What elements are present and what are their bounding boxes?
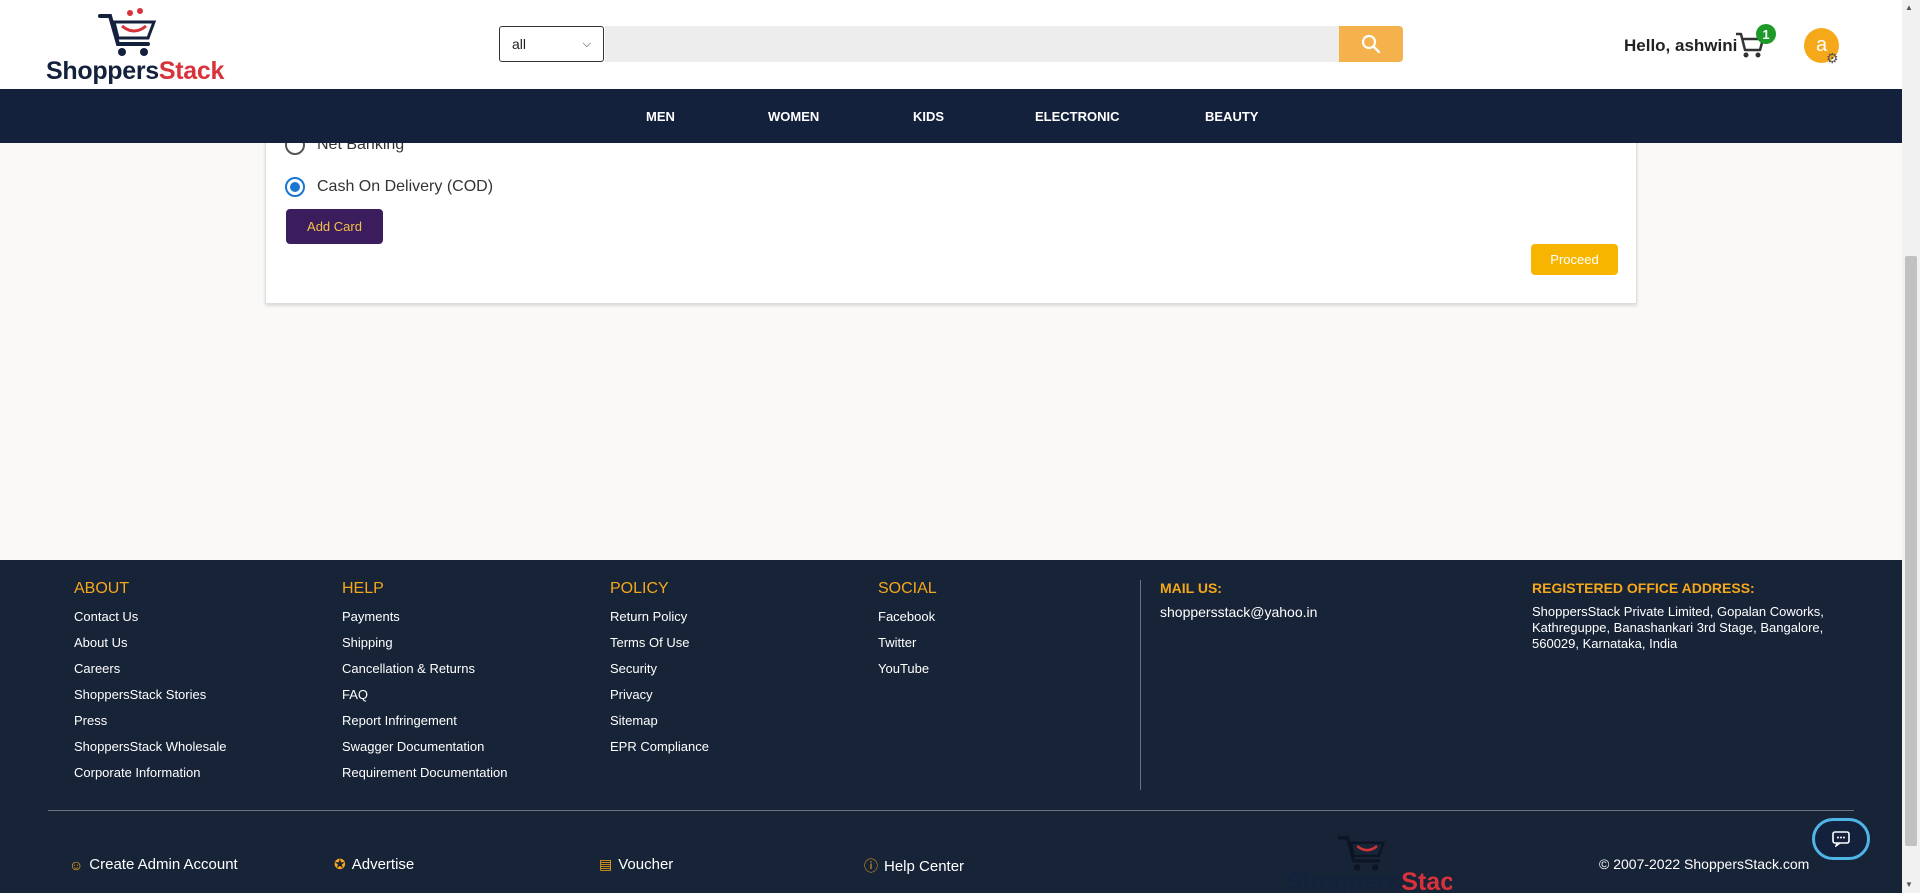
footer-link-epr[interactable]: EPR Compliance [610,737,709,763]
create-admin-label: Create Admin Account [89,856,238,873]
footer-link-corporate-info[interactable]: Corporate Information [74,763,226,789]
voucher-label: Voucher [618,856,674,873]
search-input[interactable] [605,26,1339,62]
footer-link-report[interactable]: Report Infringement [342,711,507,737]
address-value: ShoppersStack Private Limited, Gopalan C… [1532,604,1824,651]
footer-link-privacy[interactable]: Privacy [610,685,709,711]
footer-link-about-us[interactable]: About Us [74,633,226,659]
footer-link-wholesale[interactable]: ShoppersStack Wholesale [74,737,226,763]
chat-button[interactable] [1812,818,1870,860]
footer-link-terms[interactable]: Terms Of Use [610,633,709,659]
footer-link-requirement[interactable]: Requirement Documentation [342,763,507,789]
cod-radio[interactable] [285,177,305,197]
footer-policy-column: POLICY Return Policy Terms Of Use Securi… [610,580,709,763]
copyright: © 2007-2022 ShoppersStack.com [1599,856,1810,872]
gift-icon: ▤ [599,856,613,872]
footer-divider-horizontal [48,810,1854,811]
nav-item-kids[interactable]: KIDS [913,109,944,124]
category-select[interactable]: all ⌵ [499,26,604,62]
footer-link-sitemap[interactable]: Sitemap [610,711,709,737]
voucher-link[interactable]: ▤ Voucher [599,856,673,873]
footer-link-shipping[interactable]: Shipping [342,633,507,659]
footer-social-column: SOCIAL Facebook Twitter YouTube [878,580,937,685]
cart-logo-icon [98,8,157,56]
footer-policy-title: POLICY [610,580,669,597]
footer-social-title: SOCIAL [878,580,937,597]
address-title: REGISTERED OFFICE ADDRESS: [1532,580,1755,596]
add-card-button[interactable]: Add Card [286,209,383,244]
footer-help-title: HELP [342,580,384,597]
footer-link-careers[interactable]: Careers [74,659,226,685]
scroll-down-arrow[interactable]: ▼ [1905,880,1913,889]
footer-link-swagger[interactable]: Swagger Documentation [342,737,507,763]
help-center-label: Help Center [884,857,965,875]
footer-link-youtube[interactable]: YouTube [878,659,937,685]
advertise-label: Advertise [351,856,415,873]
footer-link-payments[interactable]: Payments [342,607,507,633]
category-nav: MEN WOMEN KIDS ELECTRONIC BEAUTY [0,89,1902,143]
footer: ABOUT Contact Us About Us Careers Shoppe… [0,560,1902,893]
search-icon [1361,34,1381,54]
cart-count-badge: 1 [1756,24,1776,44]
proceed-button[interactable]: Proceed [1531,244,1618,275]
footer-brand-name: ShoppersStack [1286,868,1452,893]
brand-logo[interactable]: ShoppersStack [46,4,246,85]
help-circle-icon: ⓘ [864,858,878,874]
footer-link-press[interactable]: Press [74,711,226,737]
search-button[interactable] [1339,26,1403,62]
footer-link-facebook[interactable]: Facebook [878,607,937,633]
header: ShoppersStack all ⌵ Hello, ashwini 1 a ⚙ [0,0,1902,89]
footer-divider-vertical [1140,580,1141,790]
footer-link-faq[interactable]: FAQ [342,685,507,711]
user-circle-icon: ☺ [69,856,84,873]
footer-link-twitter[interactable]: Twitter [878,633,937,659]
advertise-link[interactable]: ✪ Advertise [334,856,414,873]
scrollbar-thumb[interactable] [1905,256,1917,846]
nav-item-men[interactable]: MEN [646,109,675,124]
footer-link-return-policy[interactable]: Return Policy [610,607,709,633]
nav-item-beauty[interactable]: BEAUTY [1205,109,1258,124]
mail-us-value[interactable]: shoppersstack@yahoo.in [1160,604,1317,620]
footer-link-cancellation[interactable]: Cancellation & Returns [342,659,507,685]
footer-about-title: ABOUT [74,580,130,597]
footer-help-column: HELP Payments Shipping Cancellation & Re… [342,580,507,789]
category-select-value: all [512,36,527,52]
footer-about-column: ABOUT Contact Us About Us Careers Shoppe… [74,580,226,789]
footer-brand-logo: ShoppersStack [1282,828,1452,893]
help-center-link[interactable]: ⓘ Help Center [864,856,964,876]
create-admin-link[interactable]: ☺ Create Admin Account [69,856,238,873]
scroll-up-arrow[interactable]: ▲ [1905,3,1913,12]
footer-link-contact-us[interactable]: Contact Us [74,607,226,633]
nav-item-electronic[interactable]: ELECTRONIC [1035,109,1120,124]
chat-icon [1832,831,1850,847]
gear-icon[interactable]: ⚙ [1826,50,1839,67]
mail-us-title: MAIL US: [1160,580,1222,596]
user-greeting: Hello, ashwini [1624,36,1738,55]
footer-link-security[interactable]: Security [610,659,709,685]
nav-item-women[interactable]: WOMEN [768,109,819,124]
chevron-down-icon: ⌵ [582,37,591,50]
cod-label: Cash On Delivery (COD) [317,178,494,195]
footer-link-stories[interactable]: ShoppersStack Stories [74,685,226,711]
star-icon: ✪ [334,856,346,872]
brand-name: ShoppersStack [46,57,225,85]
